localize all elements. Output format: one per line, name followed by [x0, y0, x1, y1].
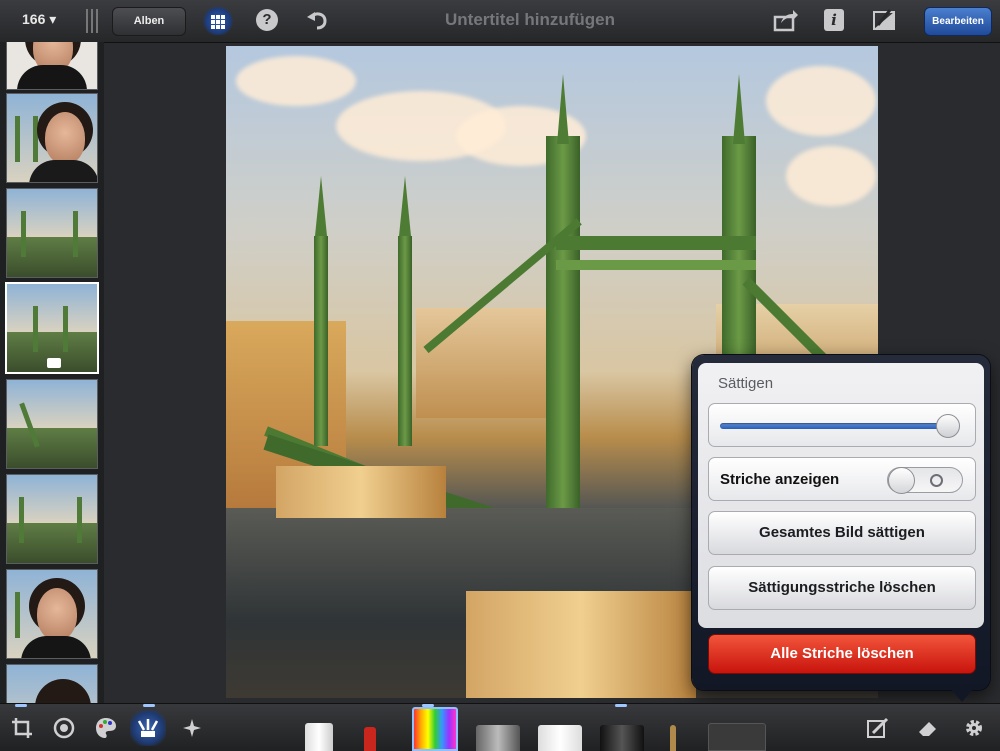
brush-red-pencil-icon[interactable] [364, 727, 376, 751]
brush-sponge-icon[interactable] [708, 723, 766, 751]
saturation-slider[interactable] [708, 403, 976, 447]
thumbnail-selected[interactable] [5, 282, 99, 374]
brush-gray-icon[interactable] [476, 725, 520, 751]
grid-view-icon[interactable] [203, 7, 233, 35]
saturate-all-button[interactable]: Gesamtes Bild sättigen [708, 511, 976, 555]
help-icon[interactable]: ? [256, 9, 278, 31]
thumbnail[interactable] [6, 93, 98, 183]
eraser-icon[interactable] [910, 710, 946, 746]
compare-icon[interactable] [872, 8, 896, 32]
popover-panel: Sättigen Striche anzeigen Gesamtes Bild … [698, 363, 984, 628]
tool-indicator [143, 704, 155, 707]
clear-all-strokes-button[interactable]: Alle Striche löschen [708, 634, 976, 674]
effects-icon[interactable] [174, 710, 210, 746]
info-icon[interactable]: i [824, 9, 844, 31]
clear-saturation-strokes-button[interactable]: Sättigungsstriche löschen [708, 566, 976, 610]
thumbnail[interactable] [6, 379, 98, 469]
tool-indicator [15, 704, 27, 707]
edited-badge-icon [47, 358, 61, 368]
thumbnail[interactable] [6, 474, 98, 564]
edit-button[interactable]: Bearbeiten [924, 7, 992, 36]
brush-light-icon[interactable] [538, 725, 582, 751]
thumbnail-sidebar[interactable] [0, 42, 104, 703]
tool-indicator [615, 704, 627, 707]
share-icon[interactable] [773, 8, 799, 32]
albums-back-button[interactable]: Alben [112, 7, 186, 36]
brush-white-icon[interactable] [305, 723, 333, 751]
saturate-popover: Sättigen Striche anzeigen Gesamtes Bild … [692, 355, 990, 702]
settings-gear-icon[interactable] [956, 710, 992, 746]
caption-title[interactable]: Untertitel hinzufügen [380, 10, 680, 30]
bottom-toolbar [0, 703, 1000, 751]
thumbnail[interactable] [6, 42, 98, 90]
thumbnail[interactable] [6, 664, 98, 703]
brush-dark-icon[interactable] [600, 725, 644, 751]
brushes-icon[interactable] [130, 710, 166, 746]
show-strokes-label: Striche anzeigen [720, 471, 840, 488]
top-toolbar: 166 ▾ Alben ? Untertitel hinzufügen i Be… [0, 0, 1000, 43]
photo-count[interactable]: 166 ▾ [22, 11, 56, 28]
undo-icon[interactable] [305, 8, 329, 32]
brush-saturate-icon[interactable] [412, 707, 458, 751]
toggle-knob[interactable] [888, 467, 915, 494]
thumbnail[interactable] [6, 569, 98, 659]
thumbnail[interactable] [6, 188, 98, 278]
popover-title: Sättigen [718, 375, 774, 392]
slider-knob[interactable] [935, 414, 960, 438]
toggle-off-indicator-icon [930, 474, 943, 487]
palette-icon[interactable] [88, 710, 124, 746]
brush-stroke-icon[interactable] [860, 710, 896, 746]
show-strokes-row: Striche anzeigen [708, 457, 976, 501]
brush-thin-icon[interactable] [670, 725, 676, 751]
crop-icon[interactable] [4, 710, 40, 746]
show-strokes-toggle[interactable] [887, 467, 963, 494]
sidebar-grip-handle[interactable] [86, 9, 100, 33]
exposure-icon[interactable] [46, 710, 82, 746]
slider-track[interactable] [720, 423, 954, 429]
